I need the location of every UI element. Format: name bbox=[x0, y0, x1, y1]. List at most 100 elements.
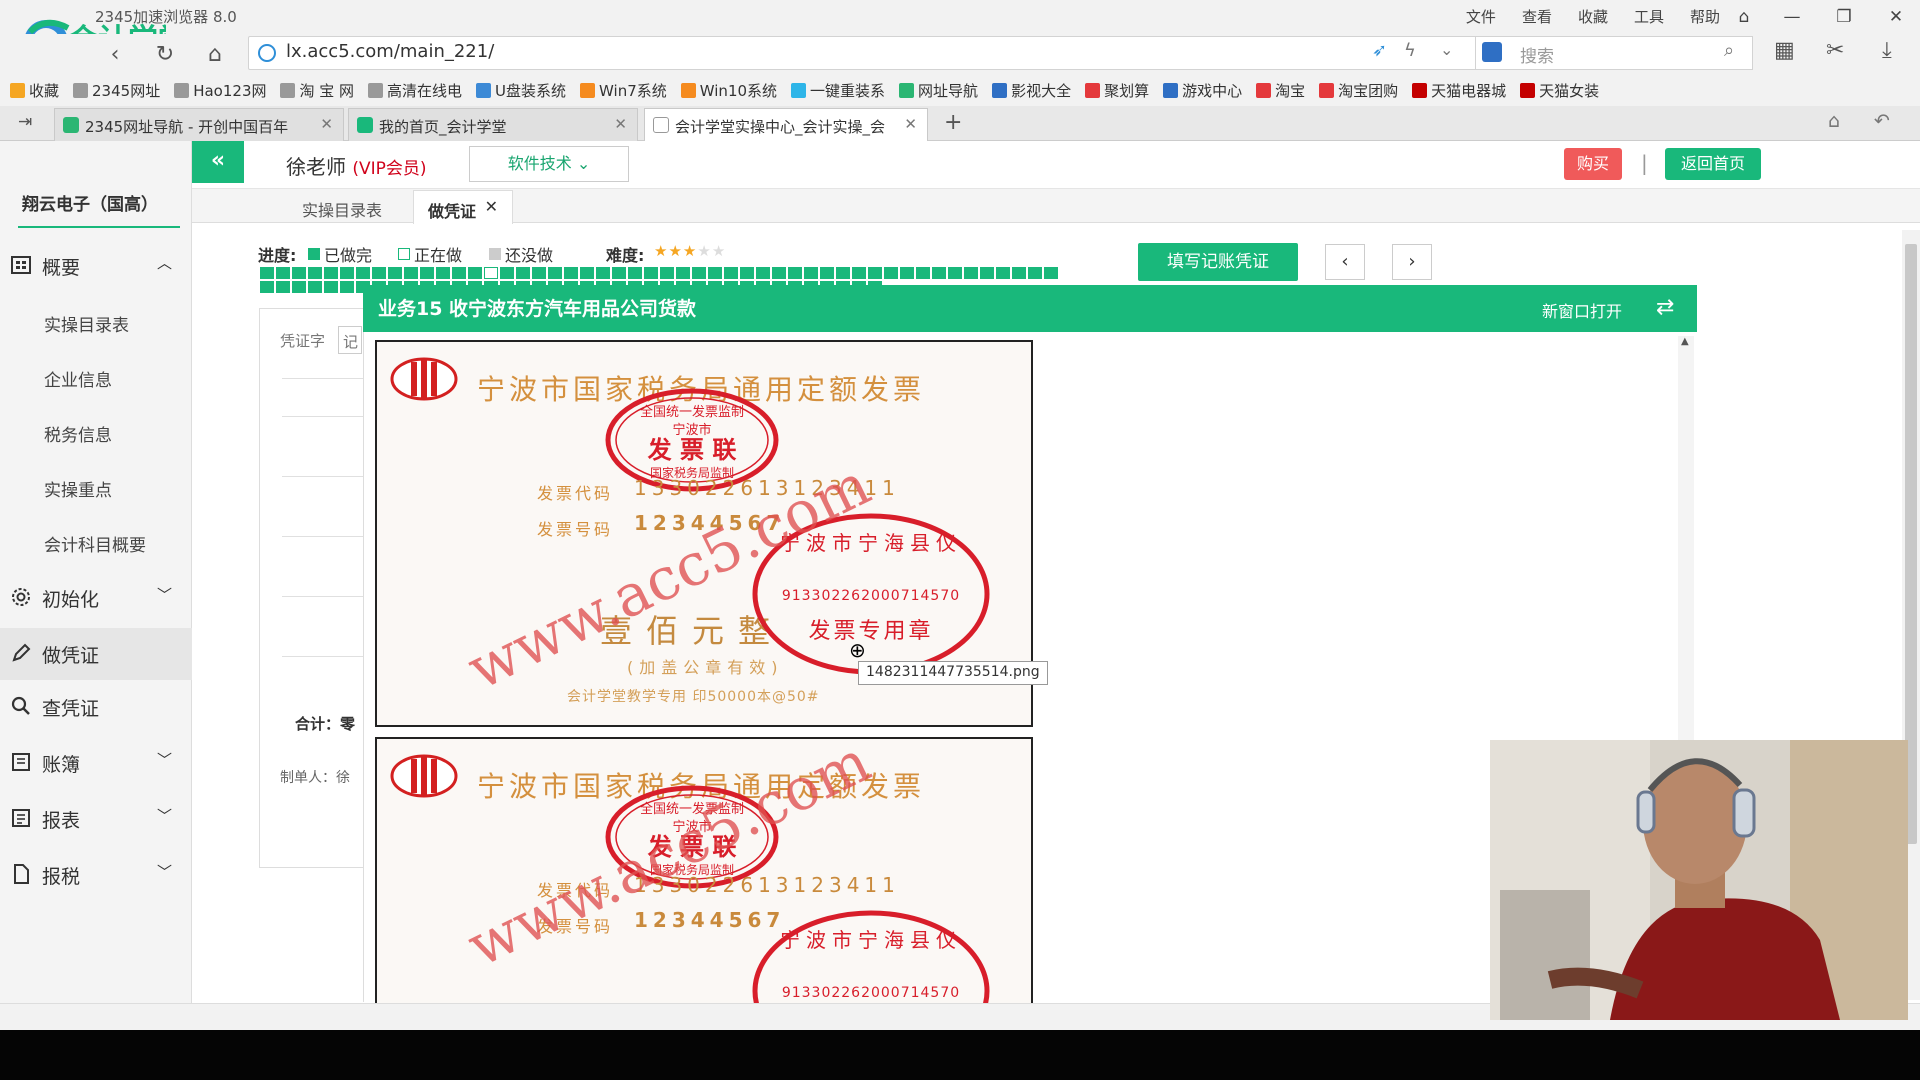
progress-cell-done[interactable] bbox=[548, 267, 562, 279]
browser-tab-practice[interactable]: 会计学堂实操中心_会计实操_会 ✕ bbox=[644, 108, 928, 142]
progress-cell-done[interactable] bbox=[292, 281, 306, 293]
progress-cell-done[interactable] bbox=[468, 267, 482, 279]
progress-cell-done[interactable] bbox=[644, 267, 658, 279]
next-button[interactable]: › bbox=[1392, 244, 1432, 280]
bookmark-item[interactable]: 2345网址 bbox=[73, 80, 160, 101]
open-new-window-link[interactable]: 新窗口打开 bbox=[1542, 298, 1622, 322]
search-engine-icon[interactable] bbox=[1482, 42, 1502, 62]
apps-icon[interactable]: ▦ bbox=[1774, 38, 1795, 63]
progress-cell-done[interactable] bbox=[324, 281, 338, 293]
progress-cell-done[interactable] bbox=[500, 267, 514, 279]
progress-cell-done[interactable] bbox=[404, 267, 418, 279]
progress-cell-done[interactable] bbox=[852, 267, 866, 279]
progress-cell-done[interactable] bbox=[1028, 267, 1042, 279]
progress-cell-done[interactable] bbox=[964, 267, 978, 279]
progress-cell-done[interactable] bbox=[916, 267, 930, 279]
sidebar-sub-accounts[interactable]: 会计科目概要 bbox=[44, 531, 146, 556]
progress-cell-current[interactable] bbox=[484, 267, 498, 279]
progress-cell-done[interactable] bbox=[884, 267, 898, 279]
bookmark-item[interactable]: 高清在线电 bbox=[368, 80, 462, 101]
progress-cell-done[interactable] bbox=[292, 267, 306, 279]
progress-cell-done[interactable] bbox=[388, 267, 402, 279]
progress-cell-done[interactable] bbox=[276, 267, 290, 279]
progress-cell-done[interactable] bbox=[340, 267, 354, 279]
bookmark-item[interactable]: 收藏 bbox=[10, 80, 59, 101]
progress-cell-done[interactable] bbox=[308, 267, 322, 279]
progress-cell-done[interactable] bbox=[772, 267, 786, 279]
progress-cell-done[interactable] bbox=[260, 281, 274, 293]
bookmark-item[interactable]: 天猫电器城 bbox=[1412, 80, 1506, 101]
close-tab-icon[interactable]: ✕ bbox=[320, 115, 333, 133]
progress-cell-done[interactable] bbox=[436, 267, 450, 279]
progress-cell-done[interactable] bbox=[420, 267, 434, 279]
back-home-button[interactable]: 返回首页 bbox=[1665, 148, 1761, 180]
menu-help[interactable]: 帮助 bbox=[1690, 6, 1720, 27]
bookmark-item[interactable]: Hao123网 bbox=[174, 80, 266, 101]
menu-view[interactable]: 查看 bbox=[1522, 6, 1552, 27]
close-window-icon[interactable]: ✕ bbox=[1880, 3, 1912, 31]
scissors-icon[interactable]: ✂ bbox=[1826, 38, 1844, 63]
close-tab-icon[interactable]: ✕ bbox=[614, 115, 627, 133]
progress-cell-done[interactable] bbox=[356, 267, 370, 279]
progress-cell-done[interactable] bbox=[516, 267, 530, 279]
voucher-type-select[interactable]: 记 bbox=[338, 326, 362, 354]
browser-tab-2345[interactable]: 2345网址导航 - 开创中国百年 ✕ bbox=[54, 108, 344, 141]
bookmark-item[interactable]: 淘宝团购 bbox=[1319, 80, 1398, 101]
bookmark-item[interactable]: Win7系统 bbox=[580, 80, 667, 101]
progress-cell-done[interactable] bbox=[1044, 267, 1058, 279]
progress-cell-done[interactable] bbox=[868, 267, 882, 279]
skin-icon[interactable]: ⌂ bbox=[1728, 3, 1760, 31]
progress-cell-done[interactable] bbox=[612, 267, 626, 279]
progress-cell-done[interactable] bbox=[596, 267, 610, 279]
swap-icon[interactable]: ⇄ bbox=[1656, 297, 1674, 319]
progress-cell-done[interactable] bbox=[676, 267, 690, 279]
progress-cell-done[interactable] bbox=[708, 267, 722, 279]
download-icon[interactable]: ⤓ bbox=[1882, 38, 1892, 63]
progress-cell-done[interactable] bbox=[260, 267, 274, 279]
prev-button[interactable]: ‹ bbox=[1325, 244, 1365, 280]
bookmark-item[interactable]: 淘 宝 网 bbox=[280, 80, 354, 101]
progress-cell-done[interactable] bbox=[740, 267, 754, 279]
progress-cell-done[interactable] bbox=[660, 267, 674, 279]
tab-make-voucher[interactable]: 做凭证 ✕ bbox=[413, 190, 513, 224]
bookmark-item[interactable]: 游戏中心 bbox=[1163, 80, 1242, 101]
progress-cell-done[interactable] bbox=[532, 267, 546, 279]
close-tab-icon[interactable]: ✕ bbox=[485, 197, 498, 216]
browser-tab-home[interactable]: 我的首页_会计学堂 ✕ bbox=[348, 108, 638, 141]
progress-cell-done[interactable] bbox=[452, 267, 466, 279]
sidebar-item-query-voucher[interactable]: 查凭证 bbox=[0, 681, 192, 733]
minimize-icon[interactable]: — bbox=[1776, 3, 1808, 31]
menu-tools[interactable]: 工具 bbox=[1634, 6, 1664, 27]
sidebar-item-init[interactable]: 初始化 ﹀ bbox=[0, 572, 192, 624]
dropdown-icon[interactable]: ⌄ bbox=[1440, 40, 1453, 59]
progress-cell-done[interactable] bbox=[756, 267, 770, 279]
progress-cell-done[interactable] bbox=[564, 267, 578, 279]
sidebar-sub-tax-info[interactable]: 税务信息 bbox=[44, 421, 112, 446]
sidebar-item-ledger[interactable]: 账簿 ﹀ bbox=[0, 737, 192, 789]
scroll-up-icon[interactable]: ▲ bbox=[1681, 336, 1689, 347]
menu-favorites[interactable]: 收藏 bbox=[1578, 6, 1608, 27]
progress-cell-done[interactable] bbox=[900, 267, 914, 279]
back-icon[interactable]: ‹ bbox=[98, 38, 132, 72]
progress-cell-done[interactable] bbox=[580, 267, 594, 279]
progress-cell-done[interactable] bbox=[276, 281, 290, 293]
sidebar-toggle-icon[interactable]: ⇥ bbox=[18, 112, 32, 132]
menu-file[interactable]: 文件 bbox=[1466, 6, 1496, 27]
progress-cell-done[interactable] bbox=[980, 267, 994, 279]
sidebar-item-make-voucher[interactable]: 做凭证 bbox=[0, 628, 192, 680]
sidebar-sub-catalog[interactable]: 实操目录表 bbox=[44, 311, 129, 336]
progress-cell-done[interactable] bbox=[324, 267, 338, 279]
bookmark-item[interactable]: 网址导航 bbox=[899, 80, 978, 101]
progress-cell-done[interactable] bbox=[1012, 267, 1026, 279]
bookmark-item[interactable]: Win10系统 bbox=[680, 80, 777, 101]
software-tech-dropdown[interactable]: 软件技术 ⌄ bbox=[469, 146, 629, 182]
progress-cell-done[interactable] bbox=[308, 281, 322, 293]
sidebar-sub-company-info[interactable]: 企业信息 bbox=[44, 366, 112, 391]
tab-catalog[interactable]: 实操目录表 bbox=[302, 197, 382, 221]
invoice-image-2[interactable]: 宁波市国家税务局通用定额发票 全国统一发票监制 宁波市 发 票 联 国家税务局监… bbox=[375, 737, 1033, 1003]
bookmark-item[interactable]: 聚划算 bbox=[1085, 80, 1149, 101]
progress-cell-done[interactable] bbox=[692, 267, 706, 279]
home-icon[interactable]: ⌂ bbox=[198, 38, 232, 72]
bookmark-item[interactable]: 淘宝 bbox=[1256, 80, 1305, 101]
collapse-sidebar-button[interactable]: « bbox=[192, 141, 244, 183]
